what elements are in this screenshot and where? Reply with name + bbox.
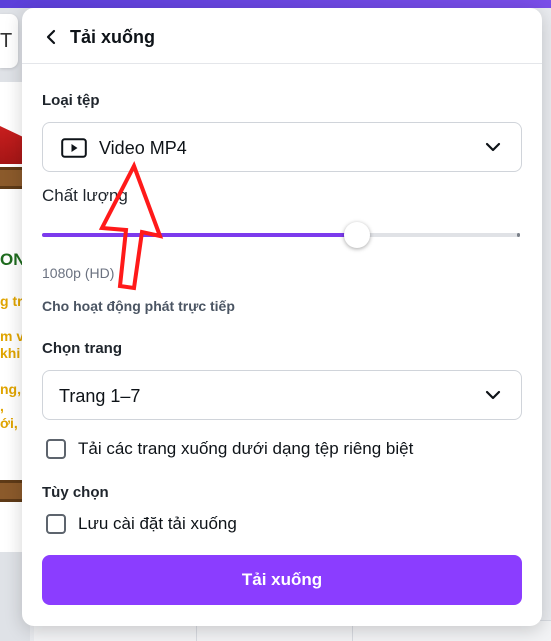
chevron-left-icon (46, 29, 56, 45)
top-toolbar-strip (0, 0, 551, 8)
save-settings-option[interactable]: Lưu cài đặt tải xuống (46, 514, 237, 534)
quality-slider-handle[interactable] (344, 222, 371, 248)
file-type-label: Loại tệp (42, 92, 100, 109)
panel-header: Tải xuống (22, 8, 542, 64)
download-button[interactable]: Tải xuống (42, 555, 522, 605)
separate-files-checkbox[interactable] (46, 439, 66, 459)
file-type-value: Video MP4 (99, 138, 187, 158)
options-label: Tùy chọn (42, 484, 109, 501)
pages-select[interactable]: Trang 1–7 (42, 370, 522, 420)
chevron-down-icon (485, 390, 501, 400)
save-settings-label: Lưu cài đặt tải xuống (78, 514, 237, 533)
download-panel: Tải xuống Loại tệp Video MP4 Chất lượng … (22, 8, 542, 626)
separate-files-option[interactable]: Tải các trang xuống dưới dạng tệp riêng … (46, 439, 413, 459)
background-plank-graphic (0, 167, 24, 189)
back-button[interactable] (40, 26, 62, 48)
pages-label: Chọn trang (42, 340, 122, 357)
panel-title: Tải xuống (70, 27, 155, 47)
background-toolbar-button[interactable]: T (0, 14, 18, 68)
quality-helper-text: Cho hoạt động phát trực tiếp (42, 298, 235, 314)
save-settings-checkbox[interactable] (46, 514, 66, 534)
pages-value: Trang 1–7 (59, 386, 141, 406)
separate-files-label: Tải các trang xuống dưới dạng tệp riêng … (78, 439, 414, 458)
background-plank-graphic (0, 480, 24, 502)
background-toolbar-glyph: T (0, 30, 13, 52)
chevron-down-icon (485, 142, 501, 152)
quality-slider-end-tick (517, 233, 520, 237)
annotation-arrow (98, 161, 164, 291)
play-icon (61, 138, 87, 158)
